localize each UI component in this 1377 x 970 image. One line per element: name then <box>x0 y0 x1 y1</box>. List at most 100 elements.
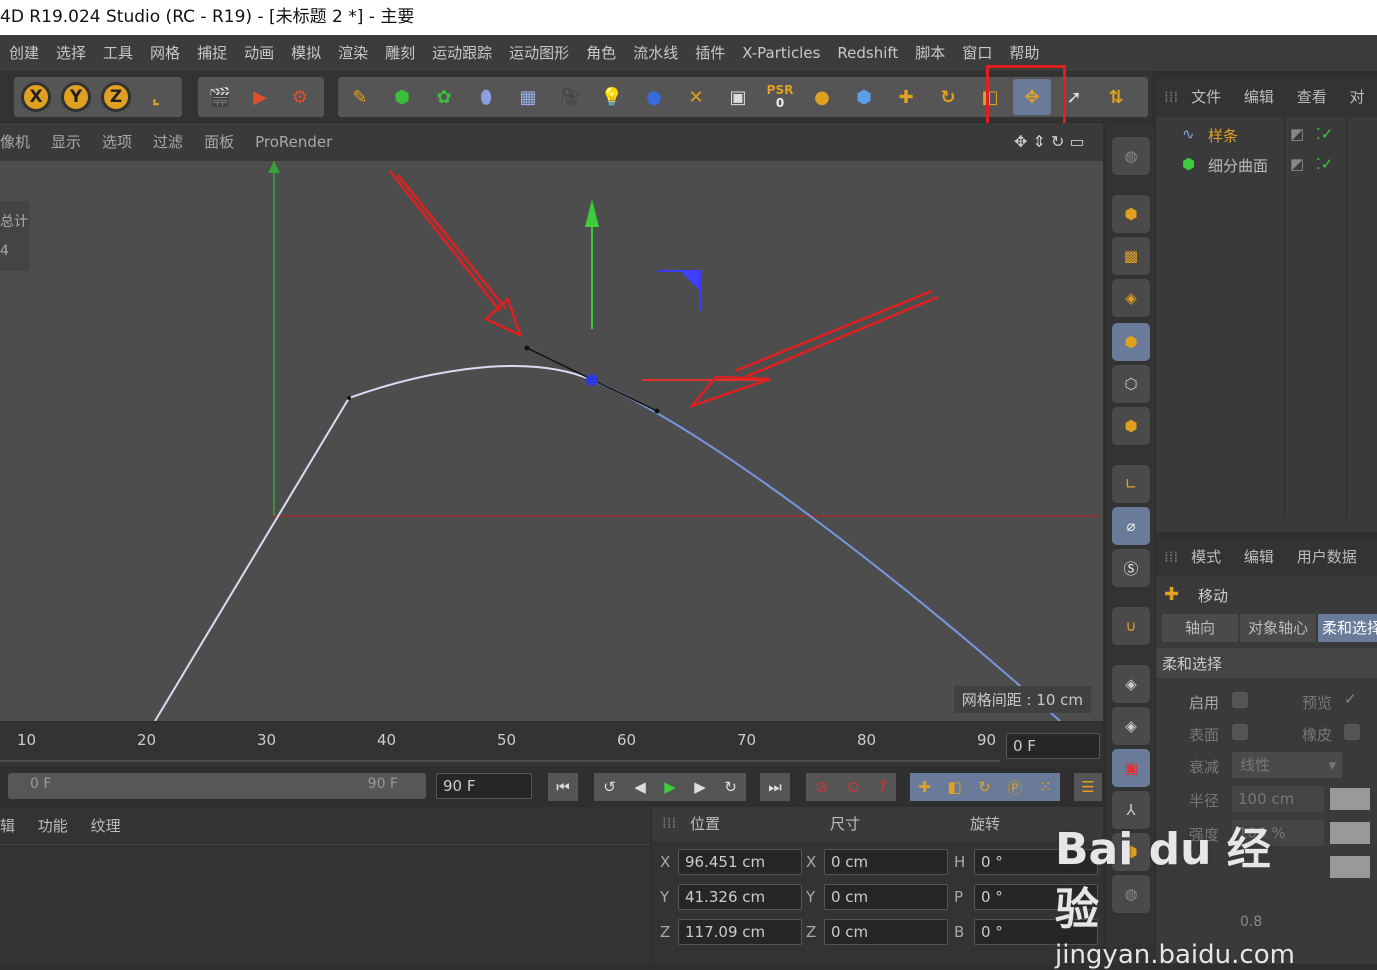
scale-expand-button[interactable]: ✕ <box>677 79 715 115</box>
axis-mode-button[interactable]: ∟ <box>1112 465 1150 503</box>
menu-simulate[interactable]: 模拟 <box>282 35 329 71</box>
rotation-b-field[interactable]: 0 ° <box>974 919 1098 945</box>
attr-menu-edit[interactable]: 编辑 <box>1244 548 1274 566</box>
menu-motion-tracking[interactable]: 运动跟踪 <box>423 35 500 71</box>
coordinate-system-button[interactable]: ⌞ <box>137 79 175 115</box>
edges-mode-button[interactable]: ⬡ <box>1112 365 1150 403</box>
viewport-menu-camera[interactable]: 像机 <box>0 123 40 161</box>
tab-object-axis[interactable]: 对象轴心 <box>1240 614 1316 642</box>
tweak-mode-button[interactable]: ⌀ <box>1112 507 1150 545</box>
texture-mode-button[interactable]: ▩ <box>1112 237 1150 275</box>
material-menu-function[interactable]: 功能 <box>38 817 68 835</box>
material-button[interactable]: ● <box>635 79 673 115</box>
menu-script[interactable]: 脚本 <box>906 35 953 71</box>
floor-button[interactable]: ▦ <box>509 79 547 115</box>
axis-modifier-button[interactable]: ● <box>803 79 841 115</box>
rotation-p-field[interactable]: 0 ° <box>974 884 1098 910</box>
render-settings-button[interactable]: ⚙ <box>281 79 319 115</box>
viewport-menu-filter[interactable]: 过滤 <box>142 123 193 161</box>
cube-button[interactable]: ⬢ <box>845 79 883 115</box>
frame-button[interactable]: ▣ <box>719 79 757 115</box>
render-picture-viewer-button[interactable]: ▶ <box>241 79 279 115</box>
enabled-check-icon[interactable]: ⁚✓ <box>1316 125 1333 143</box>
current-frame-field[interactable]: 0 F <box>1006 733 1100 759</box>
tab-axis[interactable]: 轴向 <box>1162 614 1238 642</box>
size-x-field[interactable]: 0 cm <box>824 849 948 875</box>
workplane-align-button[interactable]: ◈ <box>1112 707 1150 745</box>
viewport[interactable]: 总计 4 网格间距 : 10 cm <box>0 161 1103 721</box>
deformer-button[interactable]: ⬮ <box>467 79 505 115</box>
viewport-nav-icons[interactable]: ✥ ⇕ ↻ ▭ <box>1003 123 1095 161</box>
material-menu-edit[interactable]: 辑 <box>0 817 15 835</box>
z-axis-lock-button[interactable]: Z <box>97 79 135 115</box>
menu-pipeline[interactable]: 流水线 <box>624 35 686 71</box>
extra-tool-button[interactable]: ◍ <box>1112 875 1150 913</box>
position-y-field[interactable]: 41.326 cm <box>678 884 802 910</box>
enable-checkbox[interactable] <box>1232 692 1248 708</box>
render-view-button[interactable]: 🎬 <box>201 79 239 115</box>
prev-frame-icon[interactable]: ◀ <box>634 778 646 796</box>
menu-character[interactable]: 角色 <box>577 35 624 71</box>
play-icon[interactable]: ▶ <box>664 778 676 796</box>
rotation-h-field[interactable]: 0 ° <box>974 849 1098 875</box>
points-mode-button[interactable]: ⬢ <box>1112 323 1150 361</box>
menu-tools[interactable]: 工具 <box>94 35 141 71</box>
go-end-button[interactable]: ⏭ <box>760 773 790 801</box>
viewport-solo-button[interactable]: ◍ <box>1112 137 1150 175</box>
menu-snap[interactable]: 捕捉 <box>188 35 235 71</box>
menu-redshift[interactable]: Redshift <box>828 35 906 71</box>
next-key-icon[interactable]: ↻ <box>724 778 737 796</box>
tree-row-subdivision[interactable]: ⬢ 细分曲面 ◩ ⁚✓ <box>1166 153 1366 179</box>
visibility-toggle-icon[interactable]: ◩ <box>1290 155 1304 173</box>
menu-mograph[interactable]: 运动图形 <box>500 35 577 71</box>
rubber-checkbox[interactable] <box>1344 724 1360 740</box>
model-mode-button[interactable]: ⬢ <box>1112 195 1150 233</box>
width-slider[interactable] <box>1330 856 1370 878</box>
move-button[interactable]: ✚ <box>887 79 925 115</box>
attr-menu-userdata[interactable]: 用户数据 <box>1297 548 1357 566</box>
preview-check-icon[interactable]: ✓ <box>1344 690 1357 708</box>
menu-x-particles[interactable]: X-Particles <box>733 35 828 71</box>
lock-workplane-button[interactable]: ◈ <box>1112 665 1150 703</box>
menu-render[interactable]: 渲染 <box>329 35 376 71</box>
falloff-dropdown[interactable]: 线性 ▾ <box>1232 752 1342 778</box>
snap-button[interactable]: Ⓢ <box>1112 549 1150 587</box>
x-axis-lock-button[interactable]: X <box>17 79 55 115</box>
attr-menu-mode[interactable]: 模式 <box>1191 548 1221 566</box>
position-z-field[interactable]: 117.09 cm <box>678 919 802 945</box>
pen-tool-button[interactable]: ✎ <box>341 79 379 115</box>
psr-button[interactable]: PSR 0 <box>761 79 799 115</box>
workplane-mode-button[interactable]: ◈ <box>1112 279 1150 317</box>
visibility-toggle-icon[interactable]: ◩ <box>1290 125 1304 143</box>
viewport-menu-prorender[interactable]: ProRender <box>244 123 342 161</box>
object-menu-file[interactable]: 文件 <box>1191 88 1221 106</box>
auto-key-icon[interactable]: ⊙ <box>847 778 860 796</box>
viewport-menu-options[interactable]: 选项 <box>91 123 142 161</box>
menu-animate[interactable]: 动画 <box>235 35 282 71</box>
timeline-window-button[interactable]: ☰ <box>1074 773 1102 801</box>
menu-mesh[interactable]: 网格 <box>141 35 188 71</box>
bodypaint-button[interactable]: ⬢ <box>1112 833 1150 871</box>
surface-checkbox[interactable] <box>1232 724 1248 740</box>
timeline-ruler[interactable]: 10 20 30 40 50 60 70 80 90 0 F <box>0 723 1103 767</box>
tab-soft-selection[interactable]: 柔和选择 <box>1318 614 1377 642</box>
key-scale-icon[interactable]: ◧ <box>947 778 961 796</box>
object-menu-objects[interactable]: 对 <box>1349 88 1364 106</box>
sculpt-button[interactable]: ⅄ <box>1112 791 1150 829</box>
y-axis-lock-button[interactable]: Y <box>57 79 95 115</box>
keyframe-help-icon[interactable]: ? <box>879 778 887 796</box>
magnet-button[interactable]: ∪ <box>1112 607 1150 645</box>
viewport-menu-display[interactable]: 显示 <box>40 123 91 161</box>
strength-slider[interactable] <box>1330 822 1370 844</box>
next-frame-icon[interactable]: ▶ <box>694 778 706 796</box>
camera-button[interactable]: 🎥 <box>551 79 589 115</box>
material-menu-texture[interactable]: 纹理 <box>91 817 121 835</box>
menu-sculpt[interactable]: 雕刻 <box>376 35 423 71</box>
key-position-icon[interactable]: ✚ <box>918 778 931 796</box>
object-menu-edit[interactable]: 编辑 <box>1244 88 1274 106</box>
key-param-icon[interactable]: Ⓟ <box>1007 777 1022 798</box>
menu-plugins[interactable]: 插件 <box>686 35 733 71</box>
radius-field[interactable]: 100 cm <box>1232 786 1324 812</box>
menu-create[interactable]: 创建 <box>0 35 47 71</box>
go-start-button[interactable]: ⏮ <box>548 773 578 801</box>
